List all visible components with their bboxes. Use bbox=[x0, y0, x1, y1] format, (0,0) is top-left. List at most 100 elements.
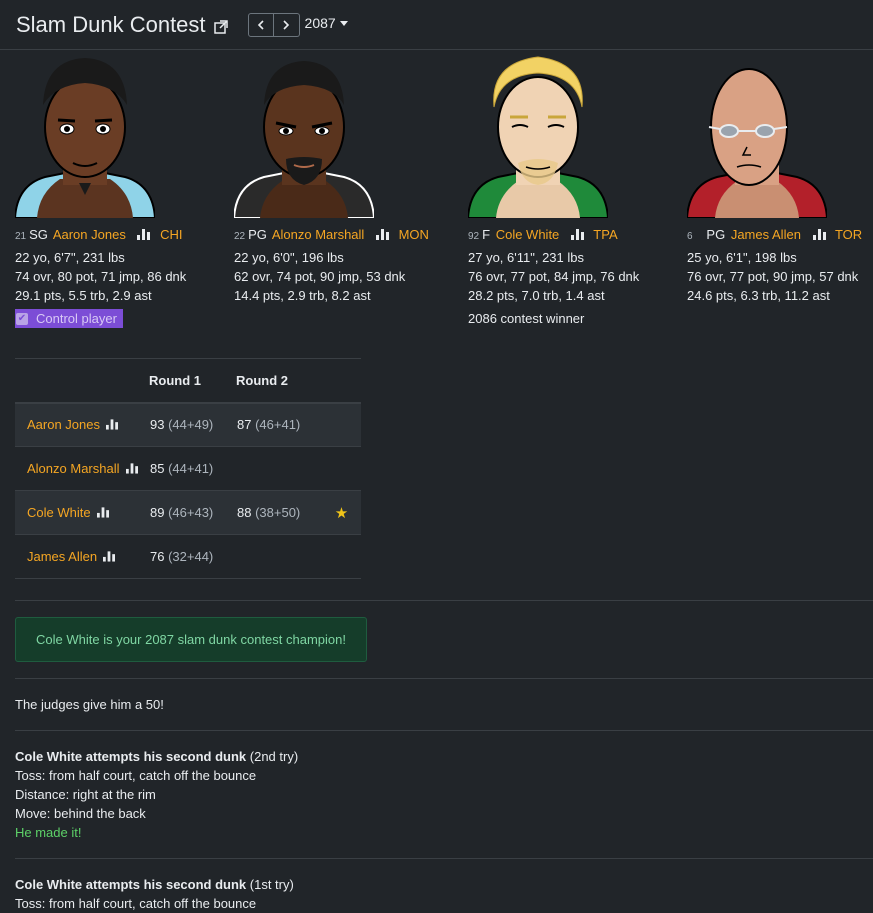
round-2-score: 88 (38+50) bbox=[236, 490, 322, 535]
player-column-header bbox=[15, 358, 149, 404]
team-link[interactable]: CHI bbox=[160, 227, 182, 242]
player-ratings: 62 ovr, 74 pot, 90 jmp, 53 dnk bbox=[234, 269, 406, 284]
player-name-link[interactable]: James Allen bbox=[731, 227, 801, 242]
player-name-link[interactable]: Cole White bbox=[496, 227, 560, 242]
move-line: Move: behind the back bbox=[15, 806, 146, 821]
season-nav bbox=[247, 12, 300, 37]
player-ratings: 74 ovr, 80 pot, 71 jmp, 86 dnk bbox=[15, 269, 187, 284]
round-breakdown: (46+43) bbox=[168, 505, 214, 520]
player-face bbox=[15, 58, 155, 218]
player-header: 21 SG Aaron Jones CHI bbox=[15, 227, 225, 242]
winner-cell bbox=[322, 534, 361, 579]
table-row: Cole White 89 (46+43) 88 (38+50) ★ bbox=[15, 490, 361, 535]
team-link[interactable]: TPA bbox=[593, 227, 617, 242]
table-header-row: Round 1 Round 2 bbox=[15, 358, 361, 404]
star-icon: ★ bbox=[322, 490, 361, 535]
name-cell: James Allen bbox=[15, 534, 149, 579]
player-name-link[interactable]: Aaron Jones bbox=[53, 227, 126, 242]
player-header: 92 F Cole White TPA bbox=[468, 227, 678, 242]
round-total: 88 bbox=[237, 505, 252, 520]
jersey-number: 6 bbox=[687, 231, 693, 242]
round-1-score: 76 (32+44) bbox=[149, 534, 236, 579]
external-link-icon[interactable] bbox=[213, 19, 228, 34]
player-position: PG bbox=[706, 227, 726, 242]
round-total: 89 bbox=[150, 505, 165, 520]
round-2-header: Round 2 bbox=[236, 358, 322, 404]
divider bbox=[15, 730, 873, 731]
player-card: 6 PG James Allen TOR 25 yo, 6'1", 198 lb… bbox=[687, 55, 873, 302]
checkmark-icon[interactable]: ✔ bbox=[16, 312, 28, 325]
player-bio: 22 yo, 6'7", 231 lbs bbox=[15, 250, 125, 265]
round-1-score: 85 (44+41) bbox=[149, 446, 236, 491]
player-name-link[interactable]: Alonzo Marshall bbox=[272, 227, 365, 242]
player-name-link[interactable]: Cole White bbox=[27, 505, 91, 520]
round-breakdown: (44+41) bbox=[168, 461, 214, 476]
divider bbox=[15, 600, 873, 601]
dunk-result: He made it! bbox=[15, 825, 82, 840]
bar-chart-icon[interactable] bbox=[137, 228, 151, 240]
control-player-checkbox[interactable]: ✔ Control player bbox=[15, 309, 123, 328]
bar-chart-icon[interactable] bbox=[812, 228, 826, 240]
round-1-header: Round 1 bbox=[149, 358, 236, 404]
attempt-heading: Cole White attempts his second dunk bbox=[15, 749, 247, 764]
player-card: 22 PG Alonzo Marshall MON 22 yo, 6'0", 19… bbox=[234, 55, 444, 302]
winner-column-header bbox=[322, 358, 361, 404]
player-bio: 25 yo, 6'1", 198 lbs bbox=[687, 250, 797, 265]
name-cell: Alonzo Marshall bbox=[15, 446, 149, 491]
bar-chart-icon[interactable] bbox=[570, 228, 584, 240]
name-cell: Cole White bbox=[15, 490, 149, 535]
round-2-score: 87 (46+41) bbox=[236, 402, 322, 447]
table-row: Alonzo Marshall 85 (44+41) bbox=[15, 446, 361, 491]
previous-season-button[interactable] bbox=[247, 12, 274, 37]
season-dropdown[interactable]: 2087 bbox=[305, 15, 348, 31]
judges-message: The judges give him a 50! bbox=[15, 697, 164, 712]
round-breakdown: (38+50) bbox=[255, 505, 301, 520]
player-stats: 28.2 pts, 7.0 trb, 1.4 ast bbox=[468, 288, 605, 303]
round-1-score: 93 (44+49) bbox=[149, 402, 236, 447]
player-ratings: 76 ovr, 77 pot, 84 jmp, 76 dnk bbox=[468, 269, 640, 284]
round-total: 85 bbox=[150, 461, 165, 476]
divider bbox=[15, 678, 873, 679]
bar-chart-icon[interactable] bbox=[375, 228, 389, 240]
player-card: 92 F Cole White TPA 27 yo, 6'11", 231 lbs… bbox=[468, 55, 678, 326]
distance-line: Distance: right at the rim bbox=[15, 787, 156, 802]
name-cell: Aaron Jones bbox=[15, 402, 149, 447]
bar-chart-icon[interactable] bbox=[103, 550, 116, 562]
chevron-down-icon bbox=[339, 21, 348, 27]
results-table: Round 1 Round 2 Aaron Jones 93 (44+49) 8… bbox=[15, 358, 361, 579]
round-breakdown: (44+49) bbox=[168, 417, 214, 433]
player-face bbox=[234, 61, 374, 218]
round-breakdown: (32+44) bbox=[168, 549, 214, 564]
divider bbox=[15, 858, 873, 859]
round-2-score bbox=[236, 446, 322, 491]
player-face bbox=[468, 56, 608, 218]
round-total: 93 bbox=[150, 417, 165, 433]
dunk-attempt-title: Cole White attempts his second dunk (1st… bbox=[15, 875, 294, 894]
jersey-number: 92 bbox=[468, 231, 480, 242]
player-ratings: 76 ovr, 77 pot, 90 jmp, 57 dnk bbox=[687, 269, 859, 284]
player-name-link[interactable]: James Allen bbox=[27, 549, 97, 564]
toss-line: Toss: from half court, catch off the bou… bbox=[15, 768, 257, 783]
table-row: James Allen 76 (32+44) bbox=[15, 534, 361, 579]
bar-chart-icon[interactable] bbox=[96, 506, 109, 518]
bar-chart-icon[interactable] bbox=[125, 462, 138, 474]
bar-chart-icon[interactable] bbox=[106, 418, 118, 430]
next-season-button[interactable] bbox=[273, 12, 300, 37]
jersey-number: 21 bbox=[15, 231, 27, 242]
round-breakdown: (46+41) bbox=[255, 417, 301, 433]
chevron-right-icon bbox=[283, 19, 290, 30]
player-face bbox=[687, 68, 827, 218]
team-link[interactable]: TOR bbox=[835, 227, 862, 242]
player-stats: 29.1 pts, 5.5 trb, 2.9 ast bbox=[15, 288, 152, 303]
player-header: 22 PG Alonzo Marshall MON bbox=[234, 227, 444, 242]
round-total: 87 bbox=[237, 417, 252, 433]
chevron-left-icon bbox=[257, 19, 264, 30]
dunk-attempt-title: Cole White attempts his second dunk (2nd… bbox=[15, 747, 298, 766]
player-header: 6 PG James Allen TOR bbox=[687, 227, 873, 242]
jersey-number: 22 bbox=[234, 231, 246, 242]
player-name-link[interactable]: Aaron Jones bbox=[27, 417, 100, 432]
page-title: Slam Dunk Contest bbox=[16, 11, 206, 37]
player-name-link[interactable]: Alonzo Marshall bbox=[27, 461, 120, 476]
team-link[interactable]: MON bbox=[399, 227, 429, 242]
table-row: Aaron Jones 93 (44+49) 87 (46+41) bbox=[15, 402, 361, 447]
